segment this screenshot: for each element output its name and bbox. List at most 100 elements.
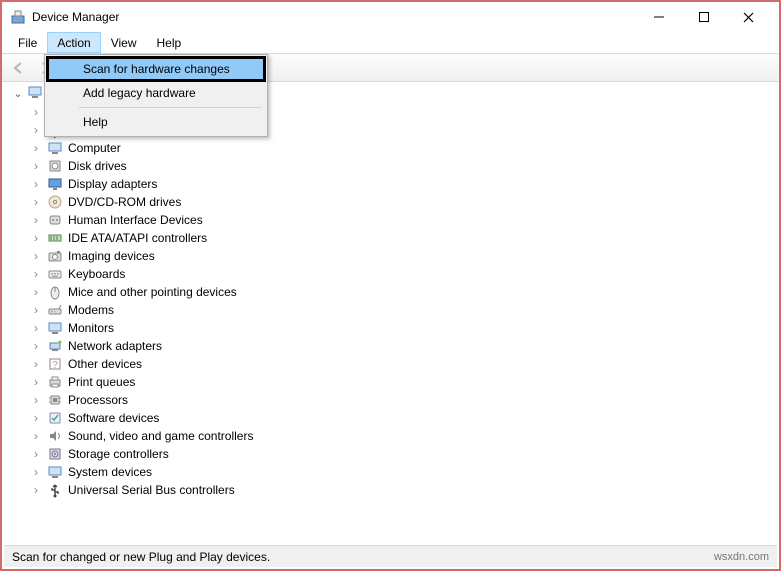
- tree-node[interactable]: ›? Other devices: [8, 355, 773, 373]
- statusbar: Scan for changed or new Plug and Play de…: [4, 545, 777, 567]
- tree-node[interactable]: › Modems: [8, 301, 773, 319]
- chevron-right-icon[interactable]: ›: [30, 412, 42, 424]
- dvd-icon: [47, 194, 63, 210]
- chevron-right-icon[interactable]: ›: [30, 232, 42, 244]
- chevron-right-icon[interactable]: ›: [30, 106, 42, 118]
- minimize-button[interactable]: [636, 3, 681, 31]
- tree-node-label: Monitors: [68, 321, 114, 335]
- menu-help-item[interactable]: Help: [47, 110, 265, 134]
- network-icon: [47, 338, 63, 354]
- tree-node[interactable]: › Print queues: [8, 373, 773, 391]
- tree-node[interactable]: › Processors: [8, 391, 773, 409]
- maximize-button[interactable]: [681, 3, 726, 31]
- chevron-right-icon[interactable]: ›: [30, 466, 42, 478]
- window-title: Device Manager: [32, 10, 119, 24]
- computer-root-icon: [28, 85, 42, 102]
- menu-action[interactable]: Action: [47, 32, 100, 53]
- chevron-right-icon[interactable]: ›: [30, 178, 42, 190]
- ide-icon: [47, 230, 63, 246]
- tree-node[interactable]: ›Software devices: [8, 409, 773, 427]
- modem-icon: [47, 302, 63, 318]
- tree-node-label: DVD/CD-ROM drives: [68, 195, 181, 209]
- tree-node-label: Disk drives: [68, 159, 127, 173]
- tree-node-label: System devices: [68, 465, 152, 479]
- disk-icon: [47, 158, 63, 174]
- storage-icon: [47, 446, 63, 462]
- chevron-right-icon[interactable]: ›: [30, 304, 42, 316]
- action-dropdown: Scan for hardware changes Add legacy har…: [44, 54, 268, 137]
- menu-add-legacy[interactable]: Add legacy hardware: [47, 81, 265, 105]
- tree-node[interactable]: › Disk drives: [8, 157, 773, 175]
- tree-node[interactable]: › Network adapters: [8, 337, 773, 355]
- tree-node-label: Sound, video and game controllers: [68, 429, 253, 443]
- tree-node[interactable]: › Monitors: [8, 319, 773, 337]
- tree-node[interactable]: ›IDE ATA/ATAPI controllers: [8, 229, 773, 247]
- tree-node[interactable]: › Human Interface Devices: [8, 211, 773, 229]
- titlebar: Device Manager: [2, 2, 779, 32]
- tree-node-label: Keyboards: [68, 267, 125, 281]
- tree-node-label: Computer: [68, 141, 121, 155]
- chevron-right-icon[interactable]: ›: [30, 142, 42, 154]
- tree-node[interactable]: › Sound, video and game controllers: [8, 427, 773, 445]
- chevron-down-icon[interactable]: ⌄: [12, 87, 24, 100]
- menu-help[interactable]: Help: [147, 32, 192, 53]
- chevron-right-icon[interactable]: ›: [30, 448, 42, 460]
- computer-icon: [47, 140, 63, 156]
- chevron-right-icon[interactable]: ›: [30, 484, 42, 496]
- chevron-right-icon[interactable]: ›: [30, 430, 42, 442]
- imaging-icon: [47, 248, 63, 264]
- watermark-text: wsxdn.com: [714, 551, 769, 563]
- other-icon: ?: [47, 356, 63, 372]
- chevron-right-icon[interactable]: ›: [30, 286, 42, 298]
- tree-node[interactable]: › System devices: [8, 463, 773, 481]
- app-icon: [10, 9, 26, 25]
- tree-node-label: Processors: [68, 393, 128, 407]
- device-tree[interactable]: ⌄ ›Batteries›Bluetooth›Computer›Disk dri…: [8, 84, 773, 537]
- chevron-right-icon[interactable]: ›: [30, 196, 42, 208]
- tree-node-label: Imaging devices: [68, 249, 155, 263]
- chevron-right-icon[interactable]: ›: [30, 394, 42, 406]
- close-button[interactable]: [726, 3, 771, 31]
- dropdown-separator: [79, 107, 261, 108]
- back-button[interactable]: [8, 57, 30, 79]
- chevron-right-icon[interactable]: ›: [30, 268, 42, 280]
- menubar: File Action View Help: [2, 32, 779, 54]
- display-icon: [47, 176, 63, 192]
- tree-node-label: Universal Serial Bus controllers: [68, 483, 235, 497]
- chevron-right-icon[interactable]: ›: [30, 340, 42, 352]
- tree-node[interactable]: ›Storage controllers: [8, 445, 773, 463]
- chevron-right-icon[interactable]: ›: [30, 322, 42, 334]
- tree-node-label: Network adapters: [68, 339, 162, 353]
- tree-node[interactable]: › Keyboards: [8, 265, 773, 283]
- software-icon: [47, 410, 63, 426]
- tree-node-label: Other devices: [68, 357, 142, 371]
- status-text: Scan for changed or new Plug and Play de…: [12, 550, 270, 564]
- tree-node[interactable]: › Computer: [8, 139, 773, 157]
- menu-file[interactable]: File: [8, 32, 47, 53]
- menu-view[interactable]: View: [101, 32, 147, 53]
- chevron-right-icon[interactable]: ›: [30, 358, 42, 370]
- hid-icon: [47, 212, 63, 228]
- tree-node[interactable]: › DVD/CD-ROM drives: [8, 193, 773, 211]
- usb-icon: [47, 482, 63, 498]
- printer-icon: [47, 374, 63, 390]
- tree-node[interactable]: ›Mice and other pointing devices: [8, 283, 773, 301]
- sound-icon: [47, 428, 63, 444]
- tree-node-label: Modems: [68, 303, 114, 317]
- monitor-icon: [47, 320, 63, 336]
- svg-text:?: ?: [52, 360, 58, 371]
- chevron-right-icon[interactable]: ›: [30, 160, 42, 172]
- chevron-right-icon[interactable]: ›: [30, 214, 42, 226]
- chevron-right-icon[interactable]: ›: [30, 124, 42, 136]
- window-controls: [636, 3, 771, 31]
- tree-node[interactable]: ›Display adapters: [8, 175, 773, 193]
- chevron-right-icon[interactable]: ›: [30, 376, 42, 388]
- keyboard-icon: [47, 266, 63, 282]
- cpu-icon: [47, 392, 63, 408]
- tree-node-label: Print queues: [68, 375, 135, 389]
- tree-node[interactable]: › Imaging devices: [8, 247, 773, 265]
- tree-node-label: Human Interface Devices: [68, 213, 203, 227]
- tree-node[interactable]: › Universal Serial Bus controllers: [8, 481, 773, 499]
- chevron-right-icon[interactable]: ›: [30, 250, 42, 262]
- menu-scan-hardware[interactable]: Scan for hardware changes: [46, 56, 266, 82]
